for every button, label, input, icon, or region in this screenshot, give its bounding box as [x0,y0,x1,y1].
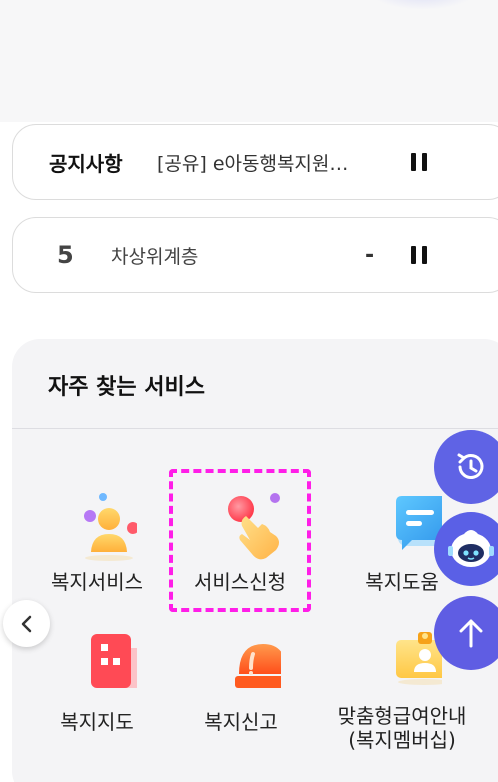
service-label: 복지지도 [60,710,134,734]
history-button[interactable] [434,430,498,504]
pause-icon[interactable] [411,246,429,264]
chevron-left-icon [21,615,31,632]
siren-icon [201,622,301,708]
service-item-welfare-service[interactable]: 복지서비스 [32,488,162,594]
chat-bubble-icon [362,488,460,568]
divider [12,428,498,429]
service-title: 자주 찾는 서비스 [48,375,205,400]
map-tiles-icon [57,628,155,708]
service-label: 복지신고 [204,710,278,734]
chatbot-icon [448,530,494,567]
selection-highlight [169,469,311,612]
arrow-up-icon [459,619,483,648]
ranking-bar[interactable]: 5 차상위계층 - [12,217,498,293]
rank-number: 5 [57,241,74,269]
service-item-welfare-map[interactable]: 복지지도 [32,628,162,734]
people-icon [57,488,139,568]
scroll-top-button[interactable] [434,596,498,670]
rank-keyword[interactable]: 차상위계층 [111,242,198,269]
service-sublabel: (복지멤버십) [348,728,456,752]
notice-title: 공지사항 [49,151,123,176]
notice-bar[interactable]: 공지사항 [공유] e아동행복지원… [12,124,498,200]
service-item-report[interactable]: 복지신고 [176,622,306,734]
id-card-icon [362,622,454,702]
top-area [0,0,498,122]
rank-change: - [365,242,375,268]
service-label: 맞춤형급여안내 [337,704,467,728]
history-icon [457,453,484,479]
decorative-blob [368,0,478,10]
service-label: 복지서비스 [51,570,143,594]
notice-text[interactable]: [공유] e아동행복지원… [157,149,348,176]
carousel-prev-button[interactable] [3,600,50,647]
chatbot-button[interactable] [434,512,498,586]
pause-icon[interactable] [411,153,429,171]
